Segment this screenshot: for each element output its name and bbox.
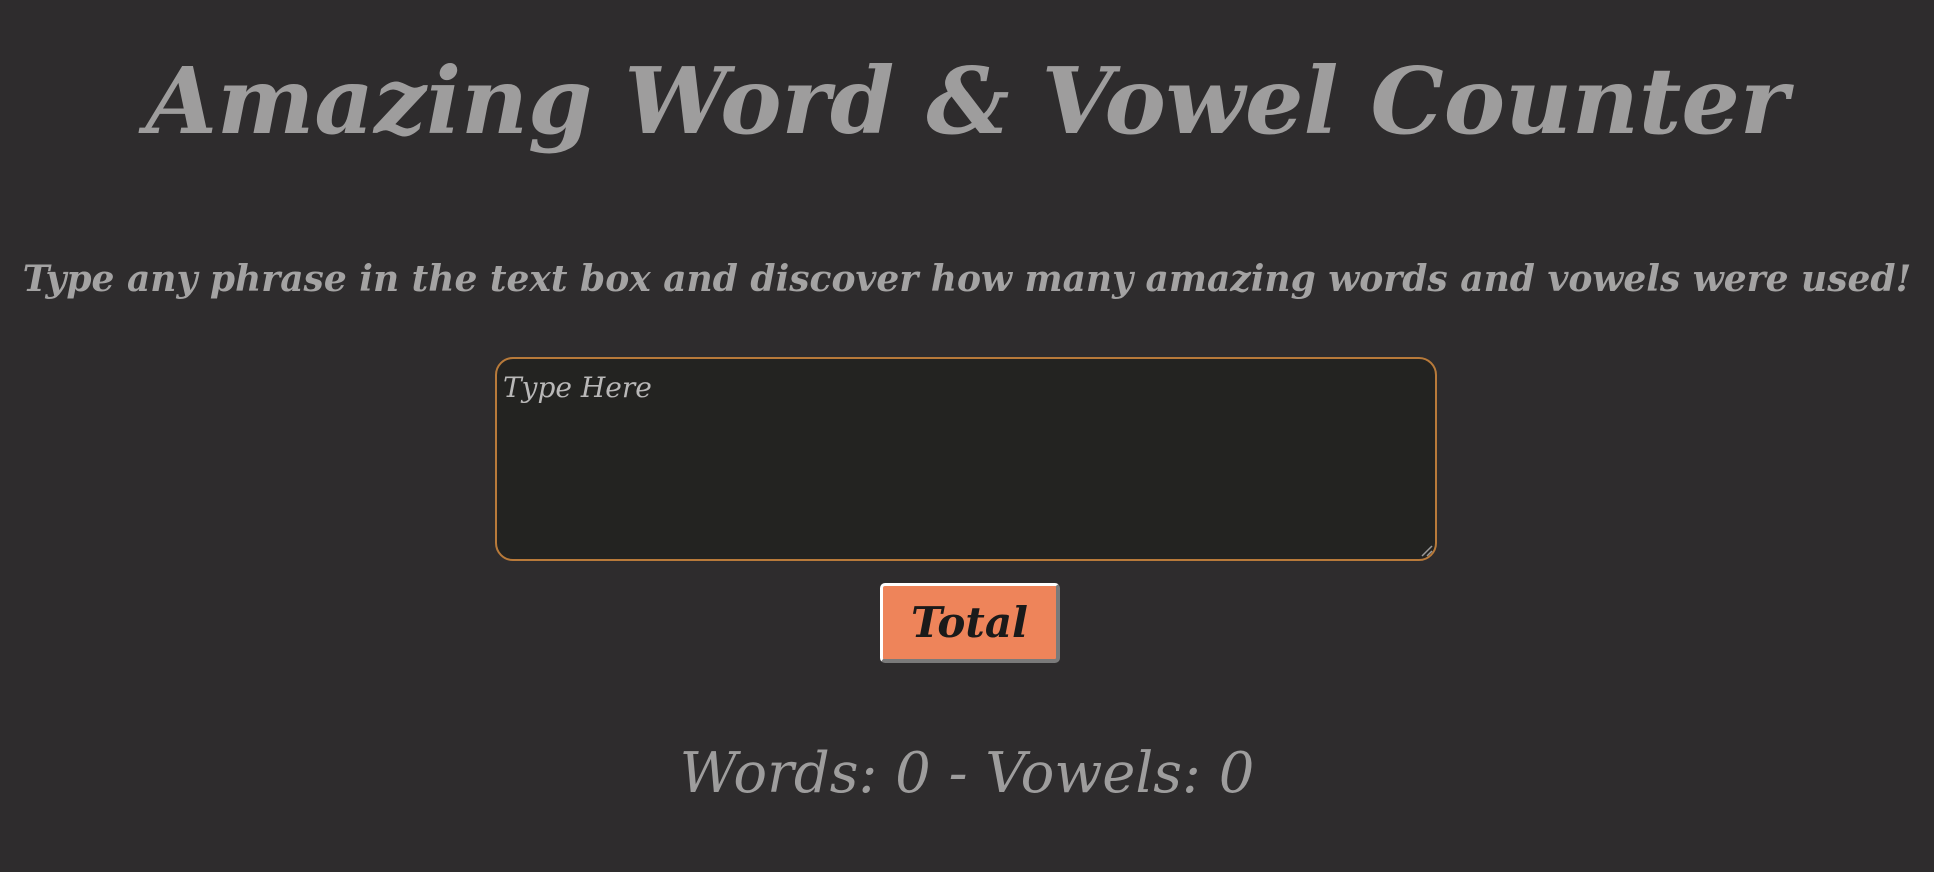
phrase-input[interactable] [495, 357, 1437, 561]
total-button[interactable]: Total [880, 583, 1060, 663]
page-subtitle: Type any phrase in the text box and disc… [22, 258, 1912, 300]
phrase-input-container [495, 357, 1437, 561]
results-text: Words: 0 - Vowels: 0 [679, 741, 1255, 806]
page-title: Amazing Word & Vowel Counter [145, 47, 1789, 155]
